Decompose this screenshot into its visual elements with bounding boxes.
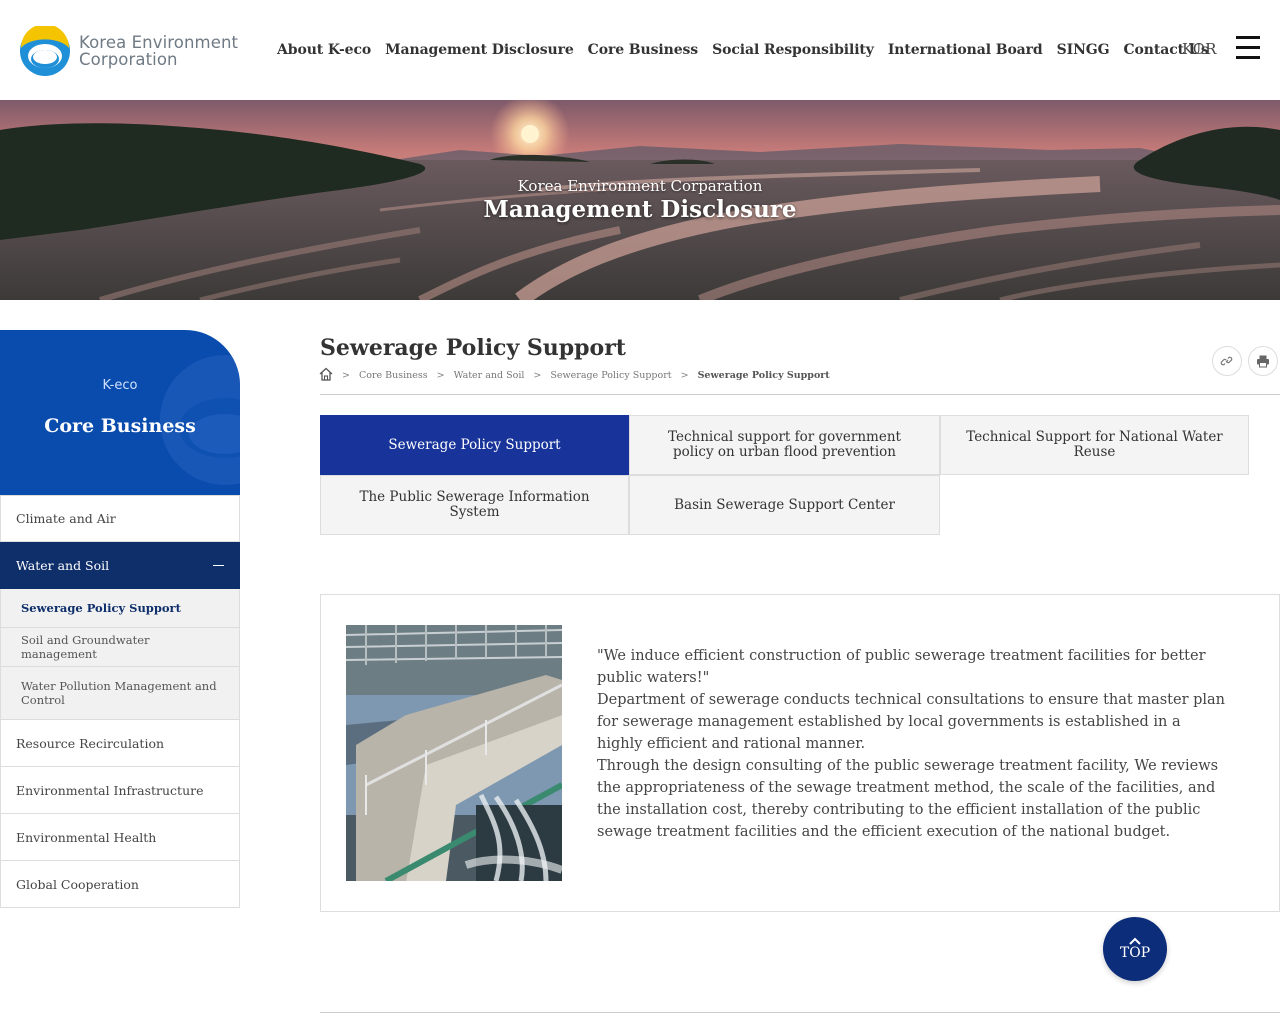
hero-title: Management Disclosure	[483, 196, 797, 223]
sidebar-item-environmental-health[interactable]: Environmental Health	[0, 814, 240, 861]
sidebar-item-water-soil[interactable]: Water and Soil	[0, 542, 240, 589]
breadcrumb-separator: >	[680, 370, 689, 381]
logo-text-line2: Corporation	[79, 50, 178, 69]
breadcrumb-core-business[interactable]: Core Business	[359, 370, 428, 381]
nav-social-responsibility[interactable]: Social Responsibility	[712, 38, 874, 62]
breadcrumb-water-soil[interactable]: Water and Soil	[454, 370, 525, 381]
title-divider	[320, 394, 1280, 395]
collapse-minus-icon[interactable]	[213, 564, 224, 566]
hero-banner: Korea Environment Corparation Management…	[0, 100, 1280, 300]
sidebar-subitem-soil-groundwater[interactable]: Soil and Groundwater management	[0, 628, 240, 667]
language-toggle[interactable]: KOR	[1182, 40, 1216, 58]
nav-management-disclosure[interactable]: Management Disclosure	[385, 38, 574, 62]
nav-core-business[interactable]: Core Business	[588, 38, 699, 62]
home-icon[interactable]	[319, 367, 333, 384]
breadcrumb-separator: >	[436, 370, 445, 381]
link-icon[interactable]	[1212, 346, 1242, 376]
sewage-facility-image	[346, 625, 562, 881]
content-paragraph: Department of sewerage conducts technica…	[597, 692, 1226, 752]
content-box: "We induce efficient construction of pub…	[320, 594, 1280, 912]
nav-international-board[interactable]: International Board	[888, 38, 1043, 62]
sidebar-item-environmental-infrastructure[interactable]: Environmental Infrastructure	[0, 767, 240, 814]
page-title: Sewerage Policy Support	[320, 335, 626, 361]
sidebar-item-label: Water and Soil	[16, 557, 110, 573]
print-icon[interactable]	[1248, 346, 1278, 376]
main-nav: About K-eco Management Disclosure Core B…	[270, 38, 1216, 62]
sidebar-header: K-eco Core Business	[0, 330, 240, 495]
site-header: Korea Environment Corporation About K-ec…	[0, 0, 1280, 100]
logo-mark-icon	[20, 24, 70, 76]
tab-label: Sewerage Policy Support	[388, 436, 561, 453]
sidebar-subitem-sewerage-policy[interactable]: Sewerage Policy Support	[0, 589, 240, 628]
nav-about[interactable]: About K-eco	[277, 38, 371, 62]
tab-basin-sewerage-support-center[interactable]: Basin Sewerage Support Center	[629, 475, 940, 535]
chevron-up-icon	[1129, 937, 1141, 945]
logo-text-line1: Korea Environment	[79, 33, 239, 52]
sidebar-item-global-cooperation[interactable]: Global Cooperation	[0, 861, 240, 908]
tab-national-water-reuse[interactable]: Technical Support for National Water Reu…	[940, 415, 1249, 475]
content-text: "We induce efficient construction of pub…	[597, 645, 1227, 843]
sidebar-item-resource-recirculation[interactable]: Resource Recirculation	[0, 720, 240, 767]
nav-singg[interactable]: SINGG	[1057, 38, 1110, 62]
hamburger-menu-icon[interactable]	[1236, 36, 1260, 60]
tab-urban-flood-prevention[interactable]: Technical support for government policy …	[629, 415, 940, 475]
sidebar-watermark-icon	[160, 355, 240, 485]
content-paragraph: Through the design consulting of the pub…	[597, 758, 1219, 840]
breadcrumb-sewerage-policy[interactable]: Sewerage Policy Support	[550, 370, 671, 381]
content-quote: "We induce efficient construction of pub…	[597, 648, 1206, 686]
sidebar: K-eco Core Business Climate and Air Wate…	[0, 330, 240, 908]
sidebar-title: Core Business	[44, 415, 196, 437]
site-logo[interactable]: Korea Environment Corporation	[20, 24, 240, 78]
breadcrumb-separator: >	[342, 370, 350, 381]
sidebar-item-climate-air[interactable]: Climate and Air	[0, 495, 240, 542]
sidebar-subitem-water-pollution[interactable]: Water Pollution Management and Control	[0, 667, 240, 720]
breadcrumb-separator: >	[533, 370, 542, 381]
scroll-top-label: TOP	[1119, 945, 1151, 961]
breadcrumb: > Core Business > Water and Soil > Sewer…	[319, 367, 830, 384]
sidebar-brand: K-eco	[102, 378, 138, 393]
scroll-top-button[interactable]: TOP	[1103, 917, 1167, 981]
footer-divider	[320, 1012, 1280, 1013]
tab-public-sewerage-info-system[interactable]: The Public Sewerage Information System	[320, 475, 629, 535]
breadcrumb-current: Sewerage Policy Support	[697, 370, 830, 381]
hero-subtitle: Korea Environment Corparation	[517, 177, 763, 195]
tab-sewerage-policy-support[interactable]: Sewerage Policy Support	[320, 415, 629, 482]
